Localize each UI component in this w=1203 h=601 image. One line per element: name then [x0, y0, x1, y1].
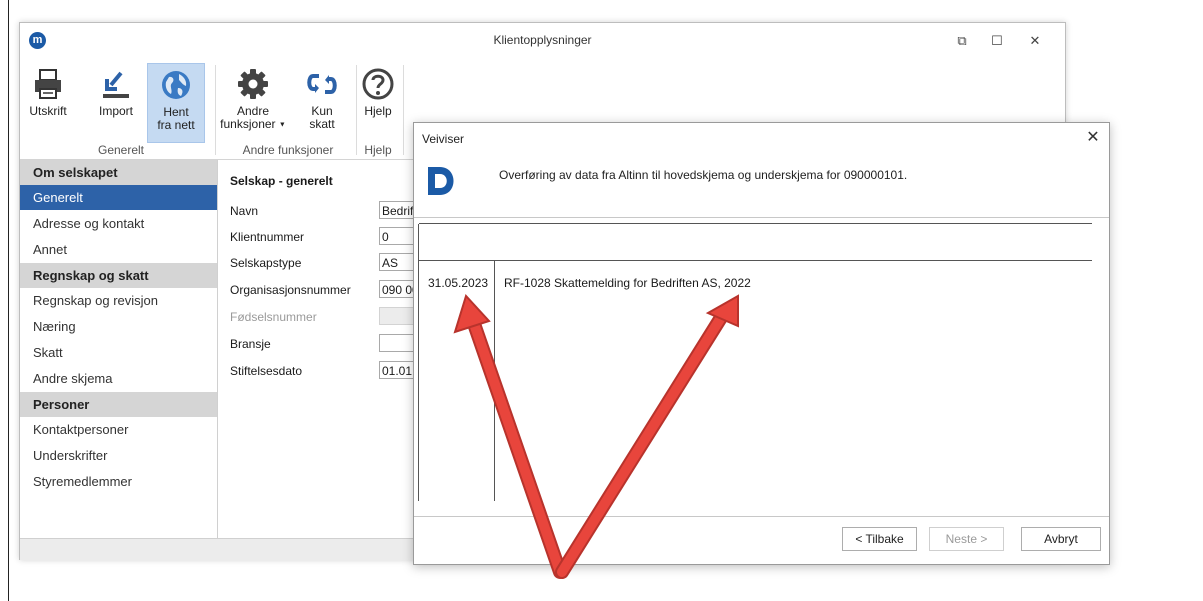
- list-header-divider: [419, 260, 1092, 261]
- dialog-header-divider: [414, 217, 1109, 218]
- title-bar: m Klientopplysninger ⧉ ☐ ✕: [20, 23, 1065, 59]
- fetch-label-line2: fra nett: [157, 118, 195, 132]
- dialog-close-icon[interactable]: ✕: [1082, 127, 1104, 149]
- other-functions-label-line2: funksjoner: [220, 117, 276, 131]
- ribbon-group-general-label: Generelt: [97, 143, 145, 157]
- sidebar-item-address-contact[interactable]: Adresse og kontakt: [20, 211, 217, 236]
- list-column-divider: [494, 261, 495, 501]
- sidebar-item-board-members[interactable]: Styremedlemmer: [20, 469, 217, 494]
- back-button[interactable]: < Tilbake: [842, 527, 917, 551]
- dialog-message: Overføring av data fra Altinn til hoveds…: [499, 168, 908, 182]
- sidebar-item-signatures[interactable]: Underskrifter: [20, 443, 217, 468]
- fetch-from-web-button[interactable]: Hent fra nett: [147, 63, 205, 143]
- field-label-name: Navn: [230, 204, 259, 218]
- ribbon-group-help-label: Hjelp: [364, 143, 392, 157]
- sidebar: Om selskapet Generelt Adresse og kontakt…: [20, 160, 218, 538]
- link-sync-icon: [307, 74, 337, 94]
- other-functions-button[interactable]: Andre funksjoner ▼: [220, 63, 286, 141]
- list-left-border: [418, 224, 419, 501]
- sidebar-item-tax[interactable]: Skatt: [20, 340, 217, 365]
- dialog-footer-divider: [414, 516, 1109, 517]
- tax-only-button[interactable]: Kun skatt: [300, 63, 344, 141]
- row-date[interactable]: 31.05.2023: [428, 276, 488, 290]
- sidebar-item-accounting-audit[interactable]: Regnskap og revisjon: [20, 288, 217, 313]
- ribbon-separator: [215, 65, 216, 155]
- print-button[interactable]: Utskrift: [26, 63, 70, 141]
- sidebar-header-accounting-tax: Regnskap og skatt: [20, 263, 217, 288]
- list-top-border: [419, 223, 1092, 224]
- form-section-title: Selskap - generelt: [230, 174, 333, 188]
- print-label: Utskrift: [29, 104, 67, 118]
- import-label: Import: [98, 104, 133, 118]
- field-label-org-number: Organisasjonsnummer: [230, 283, 351, 297]
- wizard-dialog: Veiviser ✕ Overføring av data fra Altinn…: [413, 122, 1110, 565]
- sidebar-item-general[interactable]: Generelt: [20, 185, 217, 210]
- field-label-founded-date: Stiftelsesdato: [230, 364, 303, 378]
- field-label-company-type: Selskapstype: [230, 256, 302, 270]
- next-button: Neste >: [929, 527, 1004, 551]
- ribbon-group-other-label: Andre funksjoner: [242, 143, 334, 157]
- printer-icon: [35, 69, 61, 99]
- help-icon: [362, 68, 394, 100]
- field-label-client-number: Klientnummer: [230, 230, 305, 244]
- outer-frame-edge: [8, 0, 9, 601]
- restore-window-icon[interactable]: ⧉: [948, 29, 976, 53]
- sidebar-header-company: Om selskapet: [20, 160, 217, 185]
- sidebar-header-persons: Personer: [20, 392, 217, 417]
- field-label-industry: Bransje: [230, 337, 271, 351]
- ribbon-separator: [403, 65, 404, 155]
- globe-icon: [162, 71, 190, 99]
- ribbon-separator: [356, 65, 357, 155]
- help-label: Hjelp: [364, 104, 392, 118]
- dialog-title: Veiviser: [422, 132, 465, 146]
- sidebar-item-contact-persons[interactable]: Kontaktpersoner: [20, 417, 217, 442]
- close-window-icon[interactable]: ✕: [1021, 29, 1049, 53]
- sidebar-item-other-forms[interactable]: Andre skjema: [20, 366, 217, 391]
- help-button[interactable]: Hjelp: [358, 63, 398, 141]
- field-label-birth-number: Fødselsnummer: [230, 310, 317, 324]
- gear-icon: [238, 69, 268, 99]
- tax-only-label-line2: skatt: [309, 117, 335, 131]
- dropdown-arrow-icon: ▼: [278, 121, 286, 129]
- sidebar-item-business[interactable]: Næring: [20, 314, 217, 339]
- row-description[interactable]: RF-1028 Skattemelding for Bedriften AS, …: [504, 276, 751, 290]
- maximize-window-icon[interactable]: ☐: [983, 29, 1011, 53]
- altinn-logo-icon: [428, 167, 454, 195]
- import-button[interactable]: Import: [94, 63, 138, 141]
- import-arrow-icon: [103, 71, 129, 98]
- window-title: Klientopplysninger: [493, 33, 592, 47]
- sidebar-item-other[interactable]: Annet: [20, 237, 217, 262]
- cancel-button[interactable]: Avbryt: [1021, 527, 1101, 551]
